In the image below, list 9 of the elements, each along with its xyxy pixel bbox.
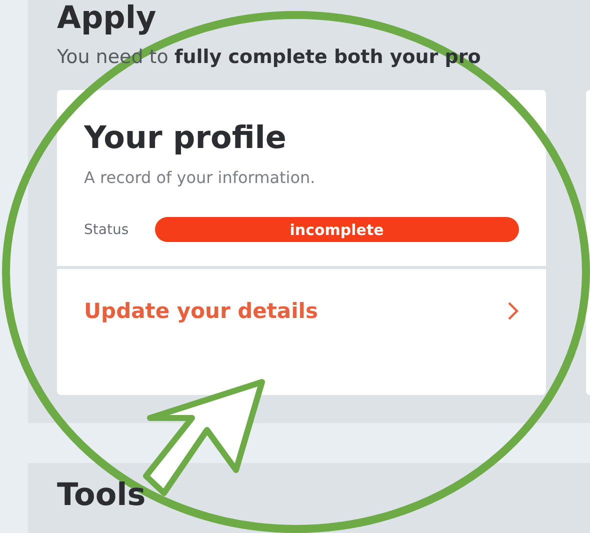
section-title: Apply xyxy=(57,0,158,38)
status-badge: incomplete xyxy=(154,217,519,242)
card-description: A record of your information. xyxy=(84,168,316,187)
chevron-right-icon xyxy=(507,301,519,321)
link-text: Update your details xyxy=(84,299,318,323)
status-label: Status xyxy=(84,222,129,238)
update-details-link[interactable]: Update your details xyxy=(57,269,546,381)
section-title: Tools xyxy=(57,476,147,515)
card-title: Your profile xyxy=(84,120,288,156)
